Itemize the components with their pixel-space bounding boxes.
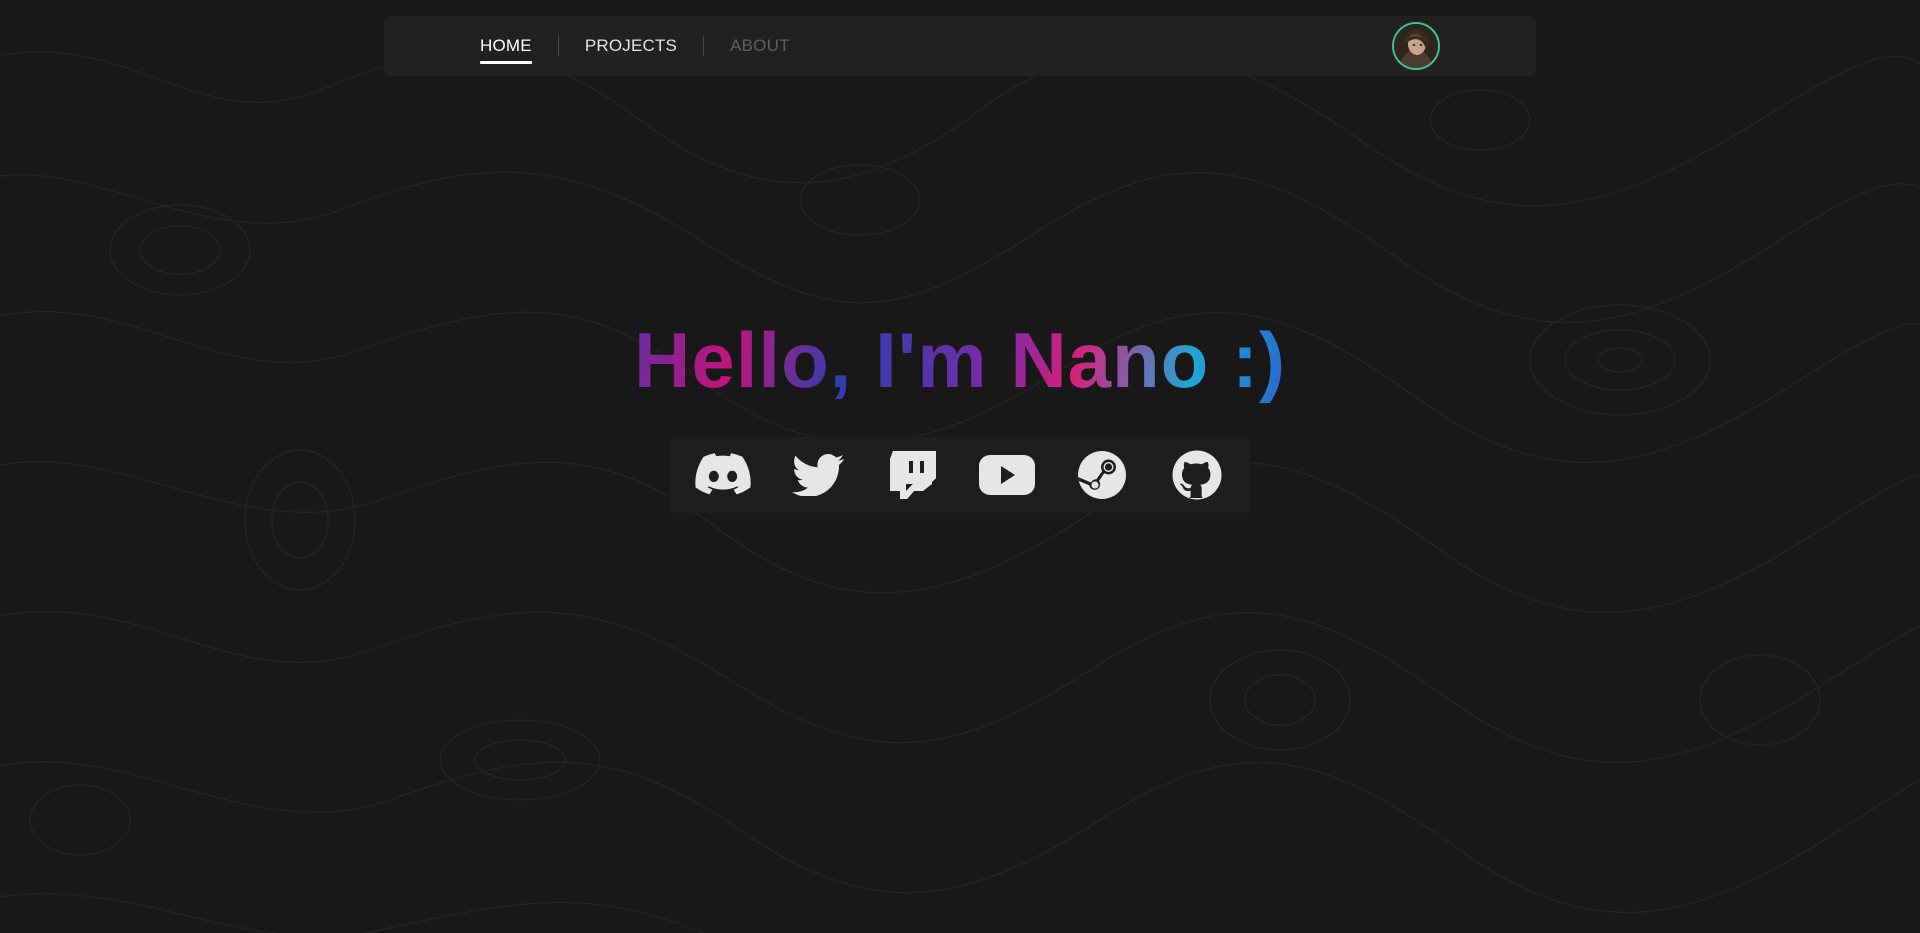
steam-icon (1077, 451, 1126, 499)
nav-link-home[interactable]: HOME (480, 36, 532, 64)
page: HOME PROJECTS ABOUT Hello, I'm Nano :) (0, 0, 1920, 933)
top-navbar: HOME PROJECTS ABOUT (384, 16, 1536, 76)
youtube-icon (979, 455, 1036, 495)
discord-link[interactable] (693, 445, 753, 505)
nav-divider (703, 36, 705, 56)
twitch-link[interactable] (883, 445, 943, 505)
avatar[interactable] (1392, 22, 1440, 70)
hero-title: Hello, I'm Nano :) (0, 310, 1920, 410)
discord-icon (695, 453, 751, 495)
twitch-icon (889, 451, 936, 499)
youtube-link[interactable] (977, 445, 1037, 505)
social-links-bar (670, 437, 1250, 513)
avatar-image (1394, 24, 1438, 68)
nav-links: HOME PROJECTS ABOUT (480, 16, 790, 76)
twitter-icon (791, 454, 844, 496)
github-icon (1172, 450, 1222, 500)
twitter-link[interactable] (788, 445, 848, 505)
steam-link[interactable] (1072, 445, 1132, 505)
github-link[interactable] (1167, 445, 1227, 505)
nav-divider (557, 36, 559, 56)
nav-link-about[interactable]: ABOUT (730, 36, 790, 56)
nav-link-projects[interactable]: PROJECTS (585, 36, 677, 56)
